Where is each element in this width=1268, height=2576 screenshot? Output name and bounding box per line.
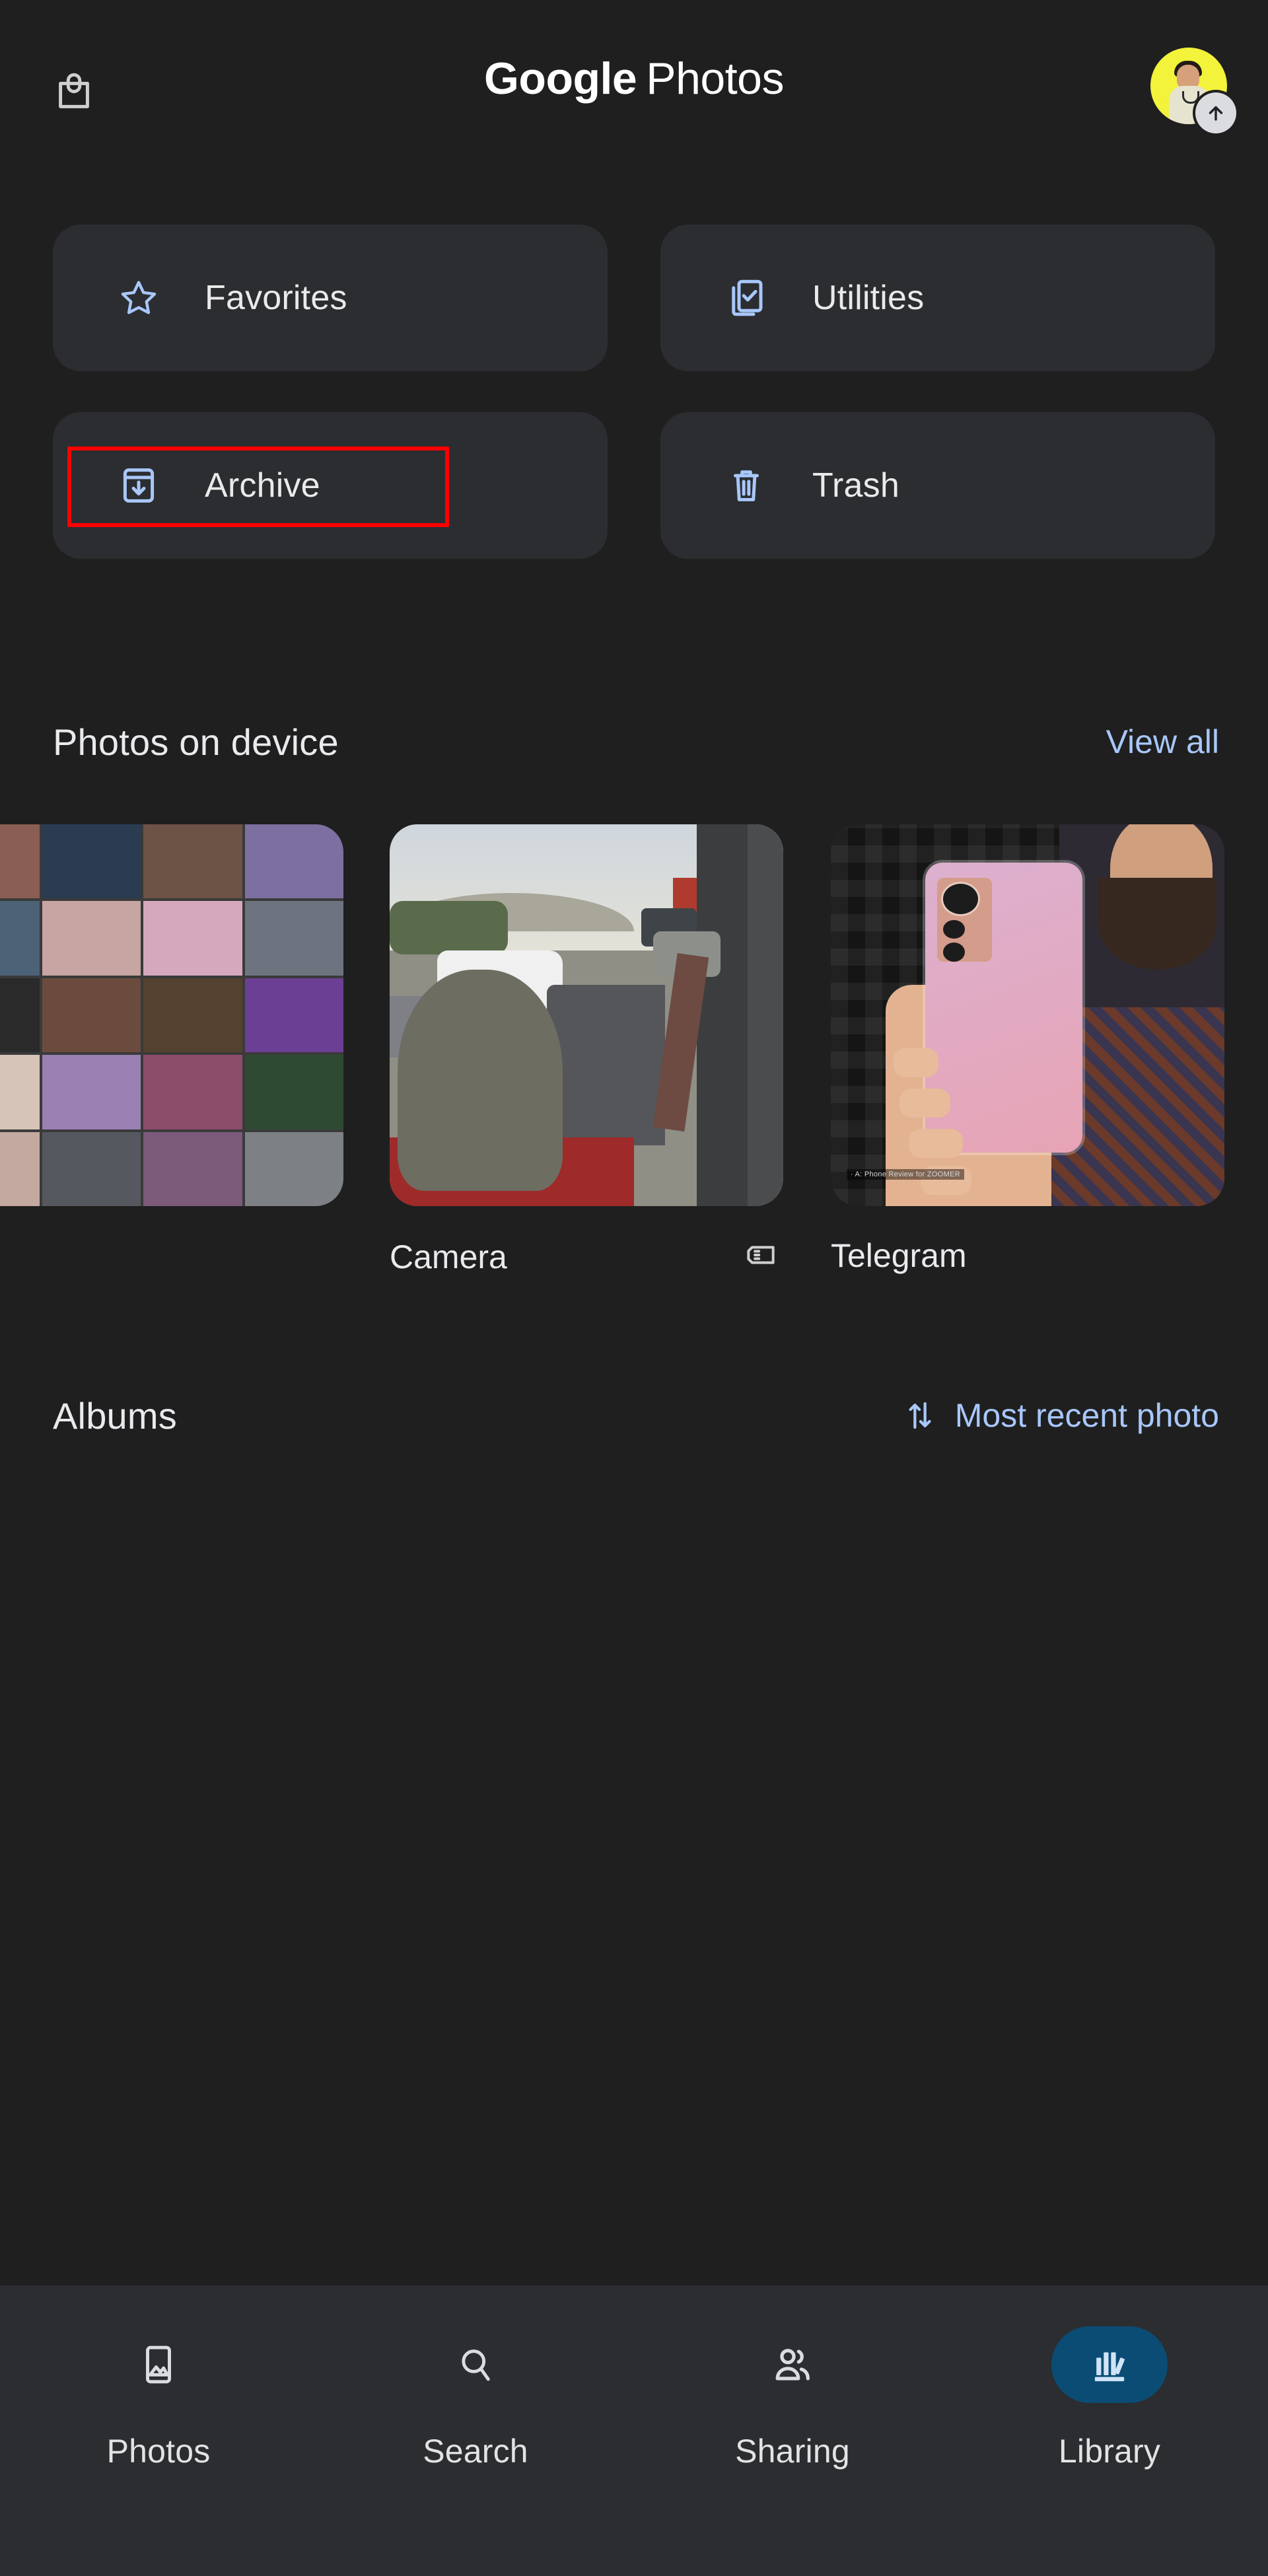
albums-section-header: Albums Most recent photo <box>0 1386 1268 1445</box>
library-add-check-icon <box>722 274 770 322</box>
album-label: Telegram <box>831 1237 967 1274</box>
photo-collage <box>0 824 343 1206</box>
sd-card-icon <box>742 1236 779 1277</box>
nav-label: Library <box>1058 2433 1161 2470</box>
device-album-item[interactable]: Camera <box>390 824 786 1275</box>
search-icon <box>417 2326 534 2403</box>
library-books-icon <box>1051 2326 1168 2403</box>
photo-watermark: · A: Phone Review for ZOOMER <box>846 1168 964 1180</box>
albums-section-title: Albums <box>53 1394 177 1437</box>
people-icon <box>734 2326 851 2403</box>
nav-label: Sharing <box>735 2433 850 2470</box>
app-title-brand: Google <box>484 54 637 104</box>
device-album-item[interactable]: amera <box>0 824 343 1206</box>
nav-label: Search <box>423 2433 528 2470</box>
quick-actions-grid: Favorites Utilities Archive Trash <box>53 225 1215 559</box>
view-all-link[interactable]: View all <box>1106 723 1219 761</box>
account-button[interactable] <box>1150 48 1236 133</box>
quick-action-trash[interactable]: Trash <box>660 412 1215 559</box>
quick-action-label: Archive <box>205 466 320 505</box>
device-photos-row: amera Camera <box>0 824 1268 1300</box>
view-all-label: View all <box>1106 723 1219 760</box>
album-label: Camera <box>390 1238 507 1275</box>
album-label-row: Camera <box>390 1236 783 1277</box>
upload-arrow-icon[interactable] <box>1195 92 1236 133</box>
nav-tab-search[interactable]: Search <box>317 2285 634 2576</box>
nav-tab-photos[interactable]: Photos <box>0 2285 317 2576</box>
photo-frame-icon <box>100 2326 217 2403</box>
phone-in-hand-photo: · A: Phone Review for ZOOMER <box>831 824 1224 1206</box>
quick-action-favorites[interactable]: Favorites <box>53 225 608 371</box>
quick-action-label: Trash <box>812 466 899 505</box>
star-outline-icon <box>115 274 162 322</box>
archive-box-icon <box>115 462 162 509</box>
album-thumbnail[interactable]: · A: Phone Review for ZOOMER <box>831 824 1224 1206</box>
quick-action-label: Utilities <box>812 279 925 317</box>
quick-action-utilities[interactable]: Utilities <box>660 225 1215 371</box>
quick-action-archive[interactable]: Archive <box>53 412 608 559</box>
device-section-title: Photos on device <box>53 721 339 763</box>
device-section-header: Photos on device View all <box>0 712 1268 771</box>
nav-tab-library[interactable]: Library <box>951 2285 1268 2576</box>
app-title-suffix: Photos <box>646 54 784 104</box>
device-album-item[interactable]: · A: Phone Review for ZOOMER Telegram <box>831 824 1240 1274</box>
nav-label: Photos <box>106 2433 211 2470</box>
bottom-navigation-bar: Photos Search Sharing Library <box>0 2285 1268 2576</box>
albums-sort-label: Most recent photo <box>954 1397 1219 1434</box>
car-interior-photo <box>390 824 783 1206</box>
albums-sort-button[interactable]: Most recent photo <box>902 1396 1219 1435</box>
page-title: Google Photos <box>0 53 1268 104</box>
trash-icon <box>722 462 770 509</box>
album-thumbnail[interactable] <box>390 824 783 1206</box>
nav-tab-sharing[interactable]: Sharing <box>634 2285 951 2576</box>
sort-swap-vertical-icon <box>902 1398 938 1433</box>
album-label-row: Telegram <box>831 1236 967 1275</box>
app-bar: Google Photos <box>0 0 1268 185</box>
quick-action-label: Favorites <box>205 279 347 317</box>
album-thumbnail[interactable] <box>0 824 343 1206</box>
